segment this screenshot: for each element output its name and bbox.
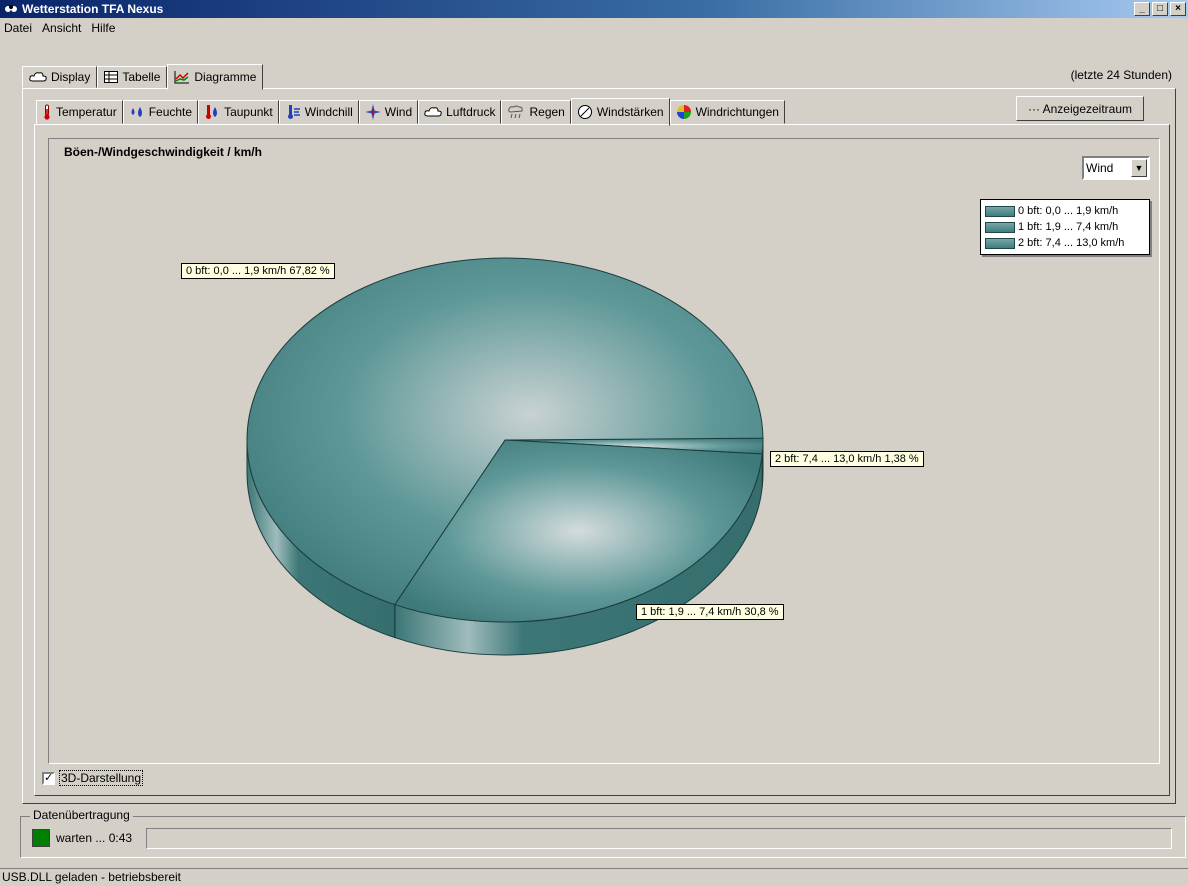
legend-item: 0 bft: 0,0 ... 1,9 km/h xyxy=(985,203,1145,219)
transfer-status: warten ... 0:43 xyxy=(56,831,133,845)
slice-callout-1: 1 bft: 1,9 ... 7,4 km/h 30,8 % xyxy=(636,604,784,620)
series-dropdown-value: Wind xyxy=(1086,161,1114,175)
chart-legend: 0 bft: 0,0 ... 1,9 km/h 1 bft: 1,9 ... 7… xyxy=(980,199,1150,255)
tab-diagramme[interactable]: Diagramme xyxy=(167,64,264,90)
legend-label: 0 bft: 0,0 ... 1,9 km/h xyxy=(1018,205,1119,217)
tab-windstaerken[interactable]: Windstärken xyxy=(570,98,670,126)
status-bar: USB.DLL geladen - betriebsbereit xyxy=(0,868,1188,886)
legend-item: 2 bft: 7,4 ... 13,0 km/h xyxy=(985,235,1145,251)
tab-label: Diagramme xyxy=(194,70,257,84)
chevron-down-icon[interactable]: ▼ xyxy=(1131,159,1147,177)
pie-chart xyxy=(246,257,764,656)
legend-swatch xyxy=(985,237,1015,249)
gauge-icon xyxy=(577,105,592,119)
slice-callout-2: 2 bft: 7,4 ... 13,0 km/h 1,38 % xyxy=(770,451,924,467)
3d-checkbox-label[interactable]: 3D-Darstellung xyxy=(59,770,144,786)
tab-label: Windstärken xyxy=(596,105,664,119)
legend-label: 2 bft: 7,4 ... 13,0 km/h xyxy=(1018,237,1125,249)
transfer-group-label: Datenübertragung xyxy=(30,808,133,822)
3d-option[interactable]: ✓ 3D-Darstellung xyxy=(42,770,144,786)
3d-checkbox[interactable]: ✓ xyxy=(42,771,55,785)
transfer-progress-bar xyxy=(146,828,1172,849)
chart-icon xyxy=(174,71,190,84)
slice-callout-0: 0 bft: 0,0 ... 1,9 km/h 67,82 % xyxy=(181,263,335,279)
legend-swatch xyxy=(985,205,1015,217)
legend-label: 1 bft: 1,9 ... 7,4 km/h xyxy=(1018,221,1119,233)
status-led-icon xyxy=(32,829,50,847)
series-dropdown[interactable]: Wind ▼ xyxy=(1082,156,1150,180)
legend-swatch xyxy=(985,221,1015,233)
legend-item: 1 bft: 1,9 ... 7,4 km/h xyxy=(985,219,1145,235)
